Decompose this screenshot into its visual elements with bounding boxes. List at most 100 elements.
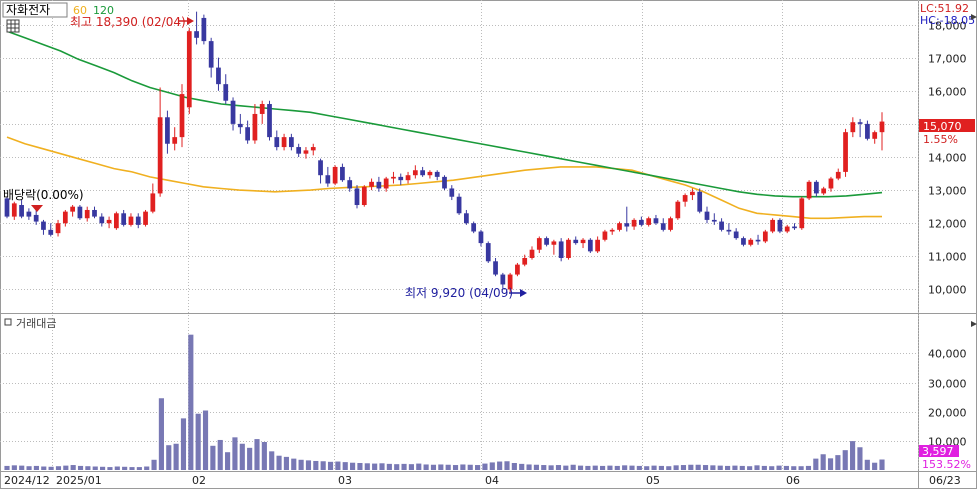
volume-bar bbox=[48, 466, 54, 470]
candle bbox=[128, 213, 134, 227]
candle bbox=[186, 27, 192, 114]
volume-bar bbox=[872, 462, 878, 470]
chart-canvas: 10,00011,00012,00013,00014,00015,00016,0… bbox=[0, 0, 977, 489]
candle bbox=[19, 200, 24, 219]
volume-bar bbox=[813, 458, 819, 470]
candle bbox=[318, 158, 323, 184]
candle bbox=[223, 74, 229, 105]
candle bbox=[143, 209, 148, 227]
volume-bar bbox=[563, 465, 569, 470]
candle bbox=[434, 170, 440, 181]
candle bbox=[624, 206, 630, 232]
candle bbox=[726, 223, 732, 235]
price-tick-label: 17,000 bbox=[928, 53, 967, 66]
candle bbox=[792, 223, 797, 230]
date-axis-labels: 2024/12 2025/01 02 03 04 05 06 06/23 bbox=[4, 474, 961, 487]
candle bbox=[639, 216, 644, 227]
candle bbox=[41, 219, 46, 235]
ma-line-120 bbox=[6, 30, 883, 198]
candle bbox=[216, 57, 221, 91]
candle bbox=[92, 206, 97, 219]
candle bbox=[274, 130, 280, 151]
volume-bar bbox=[188, 334, 194, 470]
volume-pane-icon[interactable] bbox=[4, 318, 12, 326]
high-annotation: 최고 18,390 (02/04) bbox=[70, 15, 186, 29]
grid-settings-icon[interactable] bbox=[6, 19, 20, 33]
volume-bar bbox=[533, 464, 539, 470]
candle bbox=[289, 133, 294, 151]
candle bbox=[347, 176, 353, 192]
candle bbox=[493, 257, 498, 277]
volume-bar bbox=[70, 465, 76, 470]
candle bbox=[391, 171, 396, 184]
volume-bar bbox=[835, 455, 841, 470]
date-tick-label: 06 bbox=[786, 474, 800, 487]
volume-bar bbox=[725, 465, 731, 470]
volume-bar bbox=[570, 464, 576, 470]
candle bbox=[121, 209, 127, 227]
volume-bar bbox=[688, 464, 694, 470]
volume-bar bbox=[386, 463, 392, 470]
candle bbox=[733, 228, 739, 240]
symbol-name[interactable]: 자화전자 bbox=[6, 3, 50, 17]
volume-bar bbox=[614, 465, 620, 470]
volume-bar bbox=[511, 463, 517, 470]
price-tick-label: 14,000 bbox=[928, 152, 967, 165]
volume-bar bbox=[850, 441, 856, 470]
candle bbox=[821, 186, 827, 196]
candle bbox=[558, 238, 564, 262]
candle bbox=[412, 165, 418, 179]
candle bbox=[478, 229, 484, 247]
volume-bar bbox=[644, 466, 650, 470]
candle bbox=[157, 87, 163, 197]
dividend-annotation: 배당락(0.00%) bbox=[3, 188, 84, 202]
candle bbox=[296, 143, 302, 157]
volume-bar bbox=[600, 465, 606, 470]
price-tick-label: 11,000 bbox=[928, 251, 967, 264]
volume-bar bbox=[166, 445, 172, 470]
volume-bar bbox=[416, 463, 422, 470]
price-axis-labels: 10,00011,00012,00013,00014,00015,00016,0… bbox=[928, 20, 967, 297]
volume-bar bbox=[372, 463, 378, 470]
candle bbox=[675, 200, 681, 220]
candle bbox=[711, 213, 717, 225]
candle bbox=[471, 221, 477, 234]
candle bbox=[741, 236, 746, 247]
volume-bar bbox=[467, 464, 473, 470]
volume-bar bbox=[350, 462, 356, 470]
candle bbox=[442, 175, 447, 191]
candle bbox=[456, 193, 462, 215]
volume-bar bbox=[85, 466, 91, 470]
volume-bar bbox=[673, 465, 679, 470]
volume-bar bbox=[754, 465, 760, 470]
volume-bar bbox=[622, 465, 628, 470]
volume-bar bbox=[761, 465, 767, 470]
candle bbox=[369, 178, 374, 191]
volume-bar bbox=[666, 466, 672, 470]
volume-bar bbox=[482, 463, 488, 470]
candle bbox=[303, 147, 309, 159]
candle bbox=[150, 183, 156, 214]
candle bbox=[165, 110, 170, 154]
candle bbox=[573, 236, 579, 245]
candle bbox=[755, 234, 761, 245]
volume-bar bbox=[585, 465, 591, 470]
candle bbox=[843, 128, 848, 177]
candle bbox=[835, 168, 841, 181]
date-tick-label: 2024/12 bbox=[4, 474, 50, 487]
volume-bar bbox=[379, 463, 385, 470]
volume-bar bbox=[136, 467, 142, 470]
volume-axis-labels: 10,00020,00030,00040,000 bbox=[928, 348, 967, 449]
candle bbox=[522, 254, 528, 267]
candle bbox=[544, 236, 549, 247]
volume-bar bbox=[798, 466, 804, 470]
volume-bar bbox=[122, 466, 128, 470]
candle bbox=[529, 246, 535, 260]
volume-bar bbox=[114, 466, 120, 470]
candle bbox=[252, 104, 258, 144]
volume-bar bbox=[747, 466, 753, 470]
candle bbox=[748, 238, 754, 247]
volume-bar bbox=[276, 455, 282, 470]
volume-bar bbox=[879, 459, 885, 470]
volume-bar bbox=[298, 459, 304, 470]
